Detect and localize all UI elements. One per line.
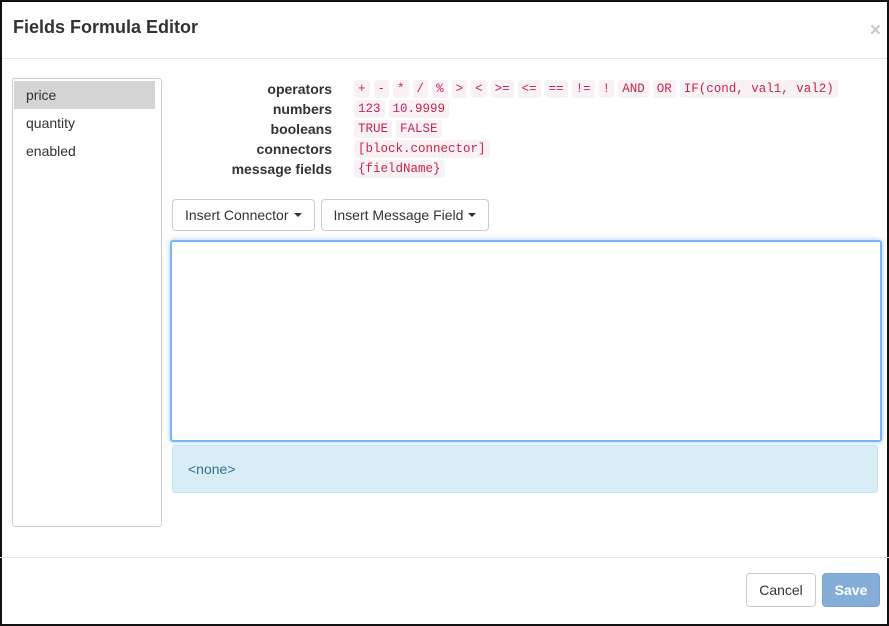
legend-row-numbers: numbers 123 10.9999 bbox=[172, 100, 872, 120]
field-item-quantity[interactable]: quantity bbox=[14, 109, 155, 137]
syntax-token: {fieldName} bbox=[354, 160, 445, 178]
formula-textarea[interactable] bbox=[170, 240, 882, 442]
legend-row-booleans: booleans TRUE FALSE bbox=[172, 120, 872, 140]
syntax-token: * bbox=[393, 80, 409, 98]
legend-values-message-fields: {fieldName} bbox=[354, 160, 445, 178]
syntax-token: TRUE bbox=[354, 120, 393, 138]
syntax-token: / bbox=[412, 80, 429, 98]
insert-message-field-button[interactable]: Insert Message Field bbox=[320, 199, 490, 231]
syntax-token: - bbox=[373, 80, 390, 98]
field-item-price[interactable]: price bbox=[14, 81, 155, 109]
syntax-token: AND bbox=[618, 80, 649, 98]
syntax-legend: operators + - * /% > < >= <= == !=! AND OR IF(cond, … bbox=[172, 80, 872, 180]
syntax-token: OR bbox=[652, 80, 676, 98]
caret-down-icon bbox=[293, 213, 302, 217]
legend-values-numbers: 123 10.9999 bbox=[354, 100, 450, 118]
caret-down-icon bbox=[468, 213, 477, 217]
syntax-token: ! bbox=[598, 80, 615, 98]
field-item-enabled[interactable]: enabled bbox=[14, 137, 155, 165]
syntax-token: == bbox=[544, 80, 568, 98]
syntax-token: < bbox=[471, 80, 487, 98]
save-button[interactable]: Save bbox=[822, 573, 880, 607]
insert-message-field-label: Insert Message Field bbox=[333, 207, 464, 223]
syntax-token: [block.connector] bbox=[354, 140, 490, 158]
syntax-token: % bbox=[432, 80, 448, 98]
legend-row-operators: operators + - * /% > < >= <= == !=! AND OR IF(cond, … bbox=[172, 80, 872, 100]
insert-connector-button[interactable]: Insert Connector bbox=[172, 199, 315, 231]
syntax-token: FALSE bbox=[396, 120, 442, 138]
modal-title: Fields Formula Editor bbox=[13, 17, 199, 37]
cancel-button[interactable]: Cancel bbox=[746, 573, 816, 607]
close-icon[interactable]: × bbox=[870, 21, 881, 40]
syntax-token: >= bbox=[490, 80, 514, 98]
syntax-token: <= bbox=[517, 80, 541, 98]
syntax-token: 123 bbox=[354, 100, 385, 118]
legend-row-connectors: connectors [block.connector] bbox=[172, 140, 872, 160]
legend-key-booleans: booleans bbox=[270, 121, 332, 137]
syntax-token: + bbox=[354, 80, 370, 98]
insert-toolbar: Insert Connector Insert Message Field bbox=[172, 199, 490, 231]
legend-key-connectors: connectors bbox=[256, 141, 332, 157]
legend-row-message-fields: message fields {fieldName} bbox=[172, 160, 872, 180]
legend-values-operators: + - * /% > < >= <= == !=! AND OR IF(cond, val1, val2… bbox=[354, 80, 838, 98]
modal-header: Fields Formula Editor × bbox=[2, 2, 887, 59]
syntax-token: IF(cond, val1, val2) bbox=[679, 80, 838, 98]
insert-connector-label: Insert Connector bbox=[185, 207, 289, 223]
legend-key-numbers: numbers bbox=[272, 101, 332, 117]
formula-result: <none> bbox=[172, 445, 878, 493]
syntax-token: > bbox=[451, 80, 468, 98]
syntax-token: 10.9999 bbox=[388, 100, 450, 118]
legend-values-connectors: [block.connector] bbox=[354, 140, 490, 158]
syntax-token: != bbox=[571, 80, 595, 98]
legend-values-booleans: TRUE FALSE bbox=[354, 120, 442, 138]
legend-key-message-fields: message fields bbox=[231, 161, 332, 177]
field-list: price quantity enabled bbox=[12, 78, 162, 527]
legend-key-operators: operators bbox=[267, 81, 332, 97]
